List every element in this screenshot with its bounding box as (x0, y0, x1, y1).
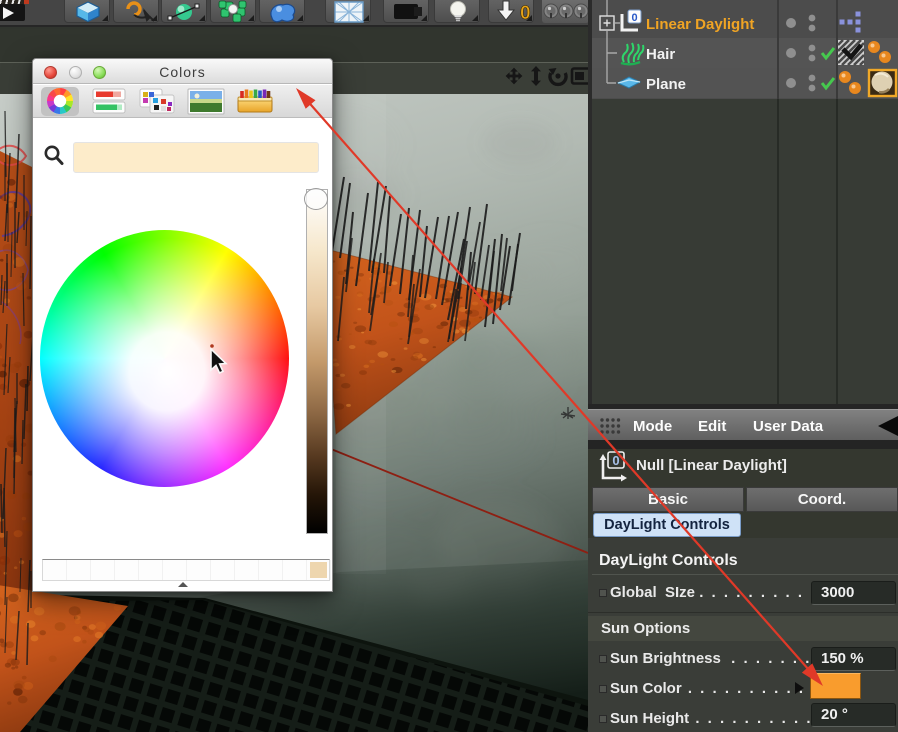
svg-text:0: 0 (612, 453, 619, 468)
svg-text:Linear Daylight: Linear Daylight (646, 16, 754, 33)
svg-text:Plane: Plane (646, 76, 686, 93)
svg-text:Hair: Hair (646, 46, 675, 63)
svg-text:0: 0 (631, 12, 637, 24)
